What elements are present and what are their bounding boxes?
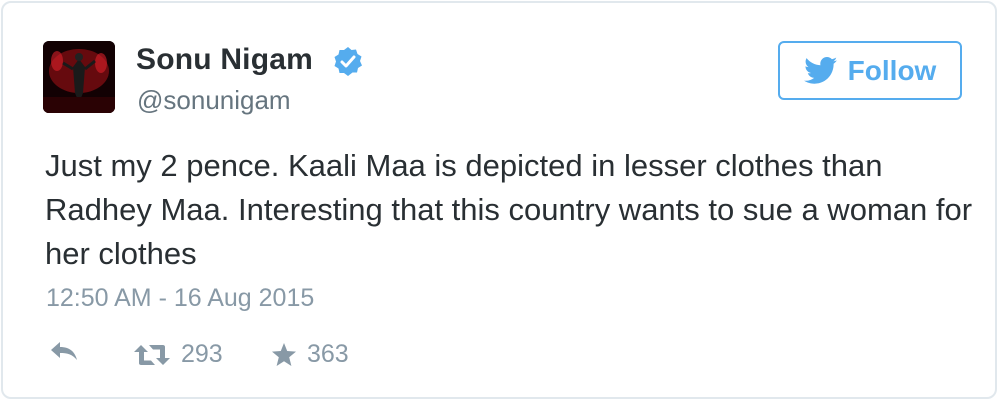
reply-icon: [51, 342, 77, 360]
verified-badge-icon: [334, 47, 362, 76]
display-name[interactable]: Sonu Nigam: [136, 43, 313, 77]
twitter-bird-icon: [803, 56, 837, 84]
reply-button[interactable]: [49, 340, 79, 362]
retweet-icon: [134, 344, 170, 365]
star-icon: [272, 342, 296, 366]
retweet-count: 293: [181, 340, 223, 368]
follow-button-label: Follow: [847, 54, 937, 86]
tweet-text: Just my 2 pence. Kaali Maa is depicted i…: [45, 148, 973, 271]
follow-button[interactable]: Follow: [778, 41, 962, 100]
favorite-button[interactable]: 363: [271, 340, 349, 369]
retweet-button[interactable]: 293: [133, 340, 223, 369]
user-handle[interactable]: @sonunigam: [137, 85, 291, 116]
tweet-timestamp[interactable]: 12:50 AM - 16 Aug 2015: [46, 284, 314, 313]
tweet-card: Sonu Nigam @sonunigam Follow Just my 2 p…: [1, 1, 997, 399]
avatar[interactable]: [43, 41, 115, 113]
favorite-count: 363: [307, 340, 349, 368]
